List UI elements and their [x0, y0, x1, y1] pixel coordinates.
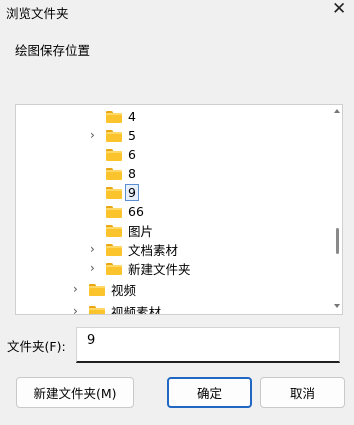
folder-icon	[106, 205, 122, 218]
folder-icon	[106, 243, 122, 256]
tree-item-6[interactable]: 6	[106, 145, 136, 164]
tree-item-4[interactable]: 4	[106, 107, 136, 126]
scroll-down-arrow-icon[interactable]	[334, 304, 341, 310]
tree-item-new-folder[interactable]: › 新建文件夹	[90, 259, 191, 278]
folder-icon	[106, 224, 122, 237]
chevron-right-icon[interactable]: ›	[90, 240, 95, 259]
folder-icon	[89, 283, 105, 296]
scroll-up-arrow-icon[interactable]	[334, 107, 341, 113]
folder-field-label: 文件夹(F):	[7, 339, 66, 354]
new-folder-button[interactable]: 新建文件夹(M)	[16, 377, 134, 408]
cancel-button[interactable]: 取消	[260, 377, 345, 408]
tree-item-8[interactable]: 8	[106, 164, 136, 183]
tree-item-label: 文档素材	[128, 243, 179, 258]
folder-icon	[89, 305, 105, 314]
tree-item-9-selected[interactable]: 9	[106, 183, 139, 202]
tree-item-label: 图片	[128, 224, 154, 239]
tree-item-5[interactable]: › 5	[90, 126, 136, 145]
folder-name-input[interactable]: 9	[76, 327, 340, 363]
tree-item-label: 9	[125, 184, 139, 201]
folder-icon	[106, 148, 122, 161]
tree-item-label: 6	[128, 147, 136, 162]
vertical-scrollbar[interactable]	[333, 105, 342, 314]
folder-icon	[106, 110, 122, 123]
tree-item-label: 5	[128, 128, 136, 143]
tree-item-doc-materials[interactable]: › 文档素材	[90, 240, 179, 259]
tree-item-video-materials[interactable]: › 视频素材	[73, 302, 162, 315]
chevron-right-icon[interactable]: ›	[90, 126, 95, 145]
chevron-right-icon[interactable]: ›	[90, 259, 95, 278]
folder-icon	[106, 167, 122, 180]
folder-tree[interactable]: 4 › 5 6 8 9 66 图片 › 文档素材 › 新建文件夹 › 视频 ›	[15, 104, 343, 315]
chevron-right-icon[interactable]: ›	[73, 302, 78, 314]
folder-icon	[106, 129, 122, 142]
chevron-right-icon[interactable]: ›	[73, 280, 78, 299]
folder-icon	[106, 186, 122, 199]
ok-button[interactable]: 确定	[167, 377, 252, 408]
folder-icon	[106, 262, 122, 275]
tree-item-label: 新建文件夹	[128, 262, 191, 277]
window-title: 浏览文件夹	[6, 6, 69, 21]
scrollbar-thumb[interactable]	[336, 228, 339, 254]
tree-item-label: 4	[128, 109, 136, 124]
tree-item-videos[interactable]: › 视频	[73, 280, 137, 299]
close-icon[interactable]: ✕	[332, 0, 346, 19]
tree-item-label: 66	[128, 204, 144, 219]
tree-item-label: 视频素材	[111, 305, 162, 315]
tree-item-66[interactable]: 66	[106, 202, 144, 221]
tree-item-label: 8	[128, 166, 136, 181]
tree-item-label: 视频	[111, 283, 137, 298]
tree-item-pictures[interactable]: 图片	[106, 221, 153, 240]
dialog-prompt: 绘图保存位置	[15, 43, 91, 58]
